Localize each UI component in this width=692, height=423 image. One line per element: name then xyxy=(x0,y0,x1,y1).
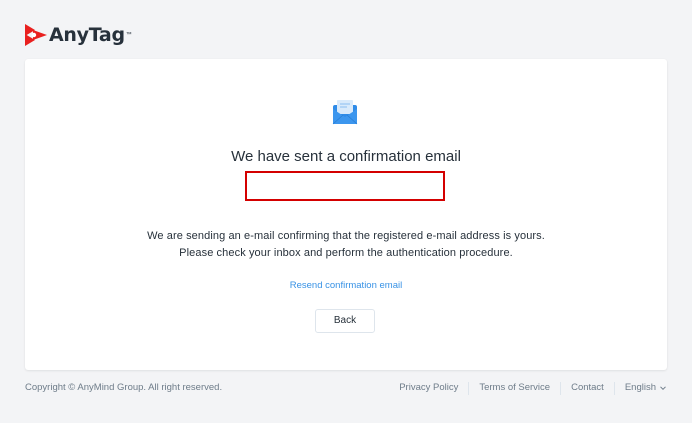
terms-of-service-link[interactable]: Terms of Service xyxy=(469,380,560,396)
email-address-highlight xyxy=(245,171,445,201)
confirmation-card: We have sent a confirmation email We are… xyxy=(25,59,667,370)
page-title: We have sent a confirmation email xyxy=(231,148,461,165)
logo-trademark: ™ xyxy=(125,32,132,38)
footer: Copyright © AnyMind Group. All right res… xyxy=(25,380,667,396)
confirmation-description: We are sending an e-mail confirming that… xyxy=(25,228,667,262)
logo-wordmark: AnyTag xyxy=(49,24,125,46)
privacy-policy-link[interactable]: Privacy Policy xyxy=(389,380,468,396)
description-line-2: Please check your inbox and perform the … xyxy=(179,247,513,259)
chevron-down-icon xyxy=(660,386,666,391)
anytag-logo-mark xyxy=(25,24,47,46)
mail-icon xyxy=(332,100,358,125)
anytag-logo: AnyTag ™ xyxy=(24,22,132,48)
resend-confirmation-link[interactable]: Resend confirmation email xyxy=(25,279,667,293)
back-button[interactable]: Back xyxy=(315,309,375,333)
language-label: English xyxy=(624,382,656,393)
copyright-text: Copyright © AnyMind Group. All right res… xyxy=(25,382,223,393)
language-selector[interactable]: English xyxy=(615,380,667,396)
footer-links: Privacy Policy Terms of Service Contact … xyxy=(389,380,667,396)
description-line-1: We are sending an e-mail confirming that… xyxy=(147,230,545,242)
contact-link[interactable]: Contact xyxy=(561,380,614,396)
